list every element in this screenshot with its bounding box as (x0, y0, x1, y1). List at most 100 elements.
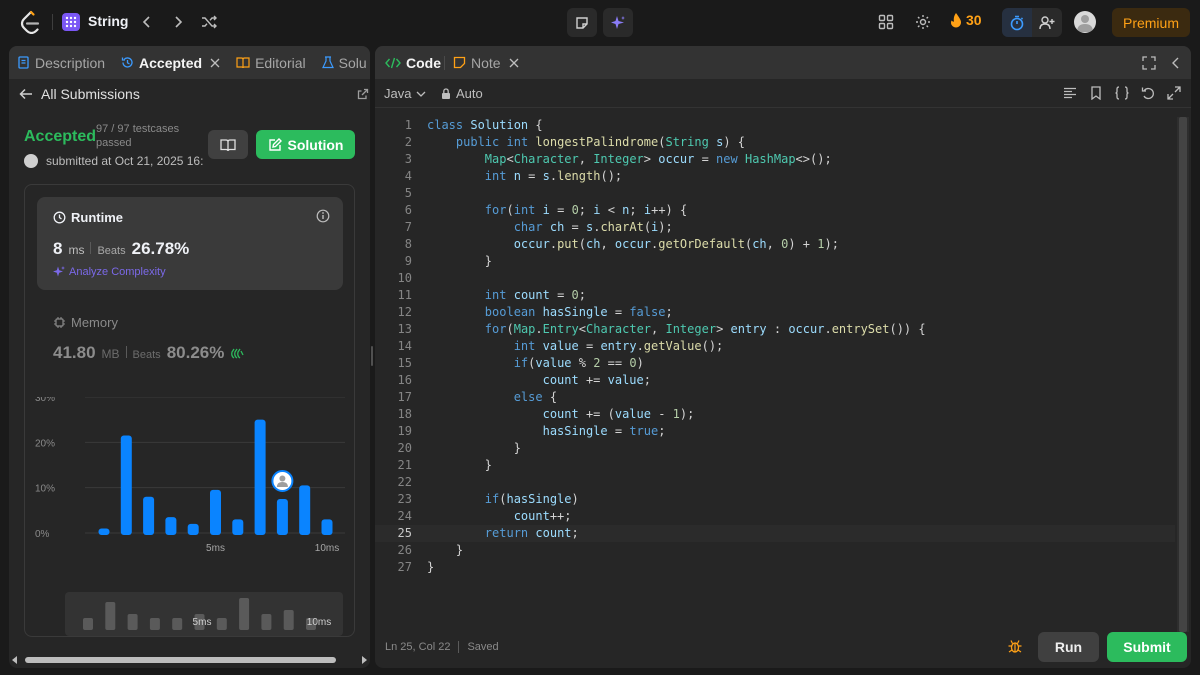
close-tab-icon[interactable] (210, 58, 220, 68)
tab-editorial[interactable]: Editorial (228, 46, 314, 79)
code-line[interactable]: 1 class Solution { (375, 117, 1175, 134)
tab-solutions[interactable]: Solu (314, 46, 370, 79)
bookmark-icon[interactable] (1088, 85, 1104, 101)
code-line[interactable]: 2 public int longestPalindrome(String s)… (375, 134, 1175, 151)
chart-bar[interactable] (120, 435, 132, 535)
chart-bar[interactable] (276, 499, 288, 535)
scroll-right-arrow-icon[interactable] (362, 656, 367, 664)
code-line[interactable]: 13 for(Map.Entry<Character, Integer> ent… (375, 321, 1175, 338)
fullscreen-icon[interactable] (1166, 85, 1182, 101)
tab-code[interactable]: Code (385, 46, 441, 79)
chart-bar[interactable] (254, 419, 266, 535)
code-line[interactable]: 19 hasSingle = true; (375, 423, 1175, 440)
leetcode-logo-icon[interactable] (18, 10, 42, 35)
submit-button[interactable]: Submit (1107, 632, 1187, 662)
shuffle-icon[interactable] (199, 12, 219, 32)
chart-bar[interactable] (187, 523, 199, 535)
scroll-thumb[interactable] (1179, 117, 1187, 632)
autocomplete-mode[interactable]: Auto (441, 86, 483, 101)
tab-description[interactable]: Description (9, 46, 113, 79)
problem-list-icon[interactable] (62, 13, 80, 31)
user-avatar[interactable] (1074, 11, 1096, 33)
runtime-distribution-chart[interactable]: 30% 20% 10% 0% 5ms 10ms (25, 397, 355, 587)
memory-header[interactable]: Memory (53, 315, 118, 330)
code-tab-bar: Code Note (375, 46, 1191, 79)
description-icon (18, 56, 29, 69)
info-icon[interactable] (316, 209, 330, 223)
code-line[interactable]: 23 if(hasSingle) (375, 491, 1175, 508)
code-line[interactable]: 18 count += (value - 1); (375, 406, 1175, 423)
code-brackets-icon (385, 57, 401, 68)
chart-bar[interactable] (210, 489, 221, 535)
run-button[interactable]: Run (1038, 632, 1099, 662)
vertical-scrollbar[interactable] (1177, 117, 1189, 632)
code-editor[interactable]: 1 class Solution {2 public int longestPal… (375, 117, 1175, 617)
code-line[interactable]: 22 (375, 474, 1175, 491)
language-selector[interactable]: Java (384, 86, 426, 101)
reset-code-icon[interactable] (1140, 85, 1156, 101)
code-line[interactable]: 20 } (375, 440, 1175, 457)
mini-chart-bar (83, 618, 93, 630)
timer-icon[interactable] (1002, 8, 1032, 37)
code-line[interactable]: 16 count += value; (375, 372, 1175, 389)
chevron-left-icon[interactable] (137, 12, 157, 32)
chart-bar[interactable] (299, 485, 311, 535)
runtime-range-selector[interactable]: 5ms 10ms (65, 592, 343, 636)
code-line[interactable]: 5 (375, 185, 1175, 202)
code-line[interactable]: 26 } (375, 542, 1175, 559)
share-link-icon[interactable] (357, 88, 369, 100)
code-line[interactable]: 25 return count; (375, 525, 1175, 542)
analyze-complexity-label: Analyze Complexity (69, 266, 166, 278)
chart-bar[interactable] (98, 528, 110, 535)
code-panel: Code Note Java Auto 1 class Solution {2… (375, 46, 1191, 668)
code-line[interactable]: 12 boolean hasSingle = false; (375, 304, 1175, 321)
chart-bar[interactable] (232, 519, 244, 535)
code-text: count++; (513, 509, 572, 523)
code-line[interactable]: 27} (375, 559, 1175, 576)
collapse-chevron-icon[interactable] (1171, 56, 1181, 70)
chart-bar[interactable] (143, 496, 155, 535)
code-line[interactable]: 3 Map<Character, Integer> occur = new Ha… (375, 151, 1175, 168)
chevron-right-icon[interactable] (168, 12, 188, 32)
code-line[interactable]: 9 } (375, 253, 1175, 270)
maximize-icon[interactable] (1142, 56, 1156, 70)
runtime-card[interactable]: Runtime 8 ms Beats 26.78% Analyze Comple… (37, 197, 343, 290)
code-line[interactable]: 11 int count = 0; (375, 287, 1175, 304)
scroll-left-arrow-icon[interactable] (12, 656, 17, 664)
format-lines-icon[interactable] (1062, 85, 1078, 101)
settings-gear-icon[interactable] (913, 12, 933, 32)
code-line[interactable]: 6 for(int i = 0; i < n; i++) { (375, 202, 1175, 219)
close-tab-icon[interactable] (509, 58, 519, 68)
streak-counter[interactable]: 30 (950, 12, 982, 28)
tab-note[interactable]: Note (453, 46, 519, 79)
chart-bar[interactable] (321, 519, 333, 535)
all-submissions-link[interactable]: All Submissions (19, 86, 140, 102)
code-line[interactable]: 8 occur.put(ch, occur.getOrDefault(ch, 0… (375, 236, 1175, 253)
code-line[interactable]: 14 int value = entry.getValue(); (375, 338, 1175, 355)
code-line[interactable]: 10 (375, 270, 1175, 287)
code-line[interactable]: 17 else { (375, 389, 1175, 406)
code-line[interactable]: 21 } (375, 457, 1175, 474)
code-line[interactable]: 24 count++; (375, 508, 1175, 525)
code-line[interactable]: 15 if(value % 2 == 0) (375, 355, 1175, 372)
premium-button[interactable]: Premium (1112, 8, 1190, 37)
horizontal-scrollbar[interactable] (9, 652, 370, 668)
panel-resize-handle[interactable] (371, 346, 373, 366)
tab-accepted[interactable]: Accepted (113, 46, 228, 79)
sparkle-icon (53, 266, 65, 277)
braces-icon[interactable] (1114, 85, 1130, 101)
problem-list-title[interactable]: String (88, 13, 128, 29)
ai-sparkle-icon[interactable] (603, 8, 633, 37)
editorial-button[interactable] (208, 130, 248, 159)
chart-bar[interactable] (165, 517, 177, 535)
analyze-complexity-link[interactable]: Analyze Complexity (53, 266, 166, 278)
line-number: 21 (397, 458, 412, 472)
layout-icon[interactable] (876, 12, 896, 32)
code-line[interactable]: 4 int n = s.length(); (375, 168, 1175, 185)
add-friend-icon[interactable] (1032, 8, 1062, 37)
solution-button[interactable]: Solution (256, 130, 355, 159)
debugger-icon[interactable] (1007, 638, 1023, 654)
scroll-thumb[interactable] (25, 657, 336, 663)
code-line[interactable]: 7 char ch = s.charAt(i); (375, 219, 1175, 236)
notes-icon[interactable] (567, 8, 597, 37)
